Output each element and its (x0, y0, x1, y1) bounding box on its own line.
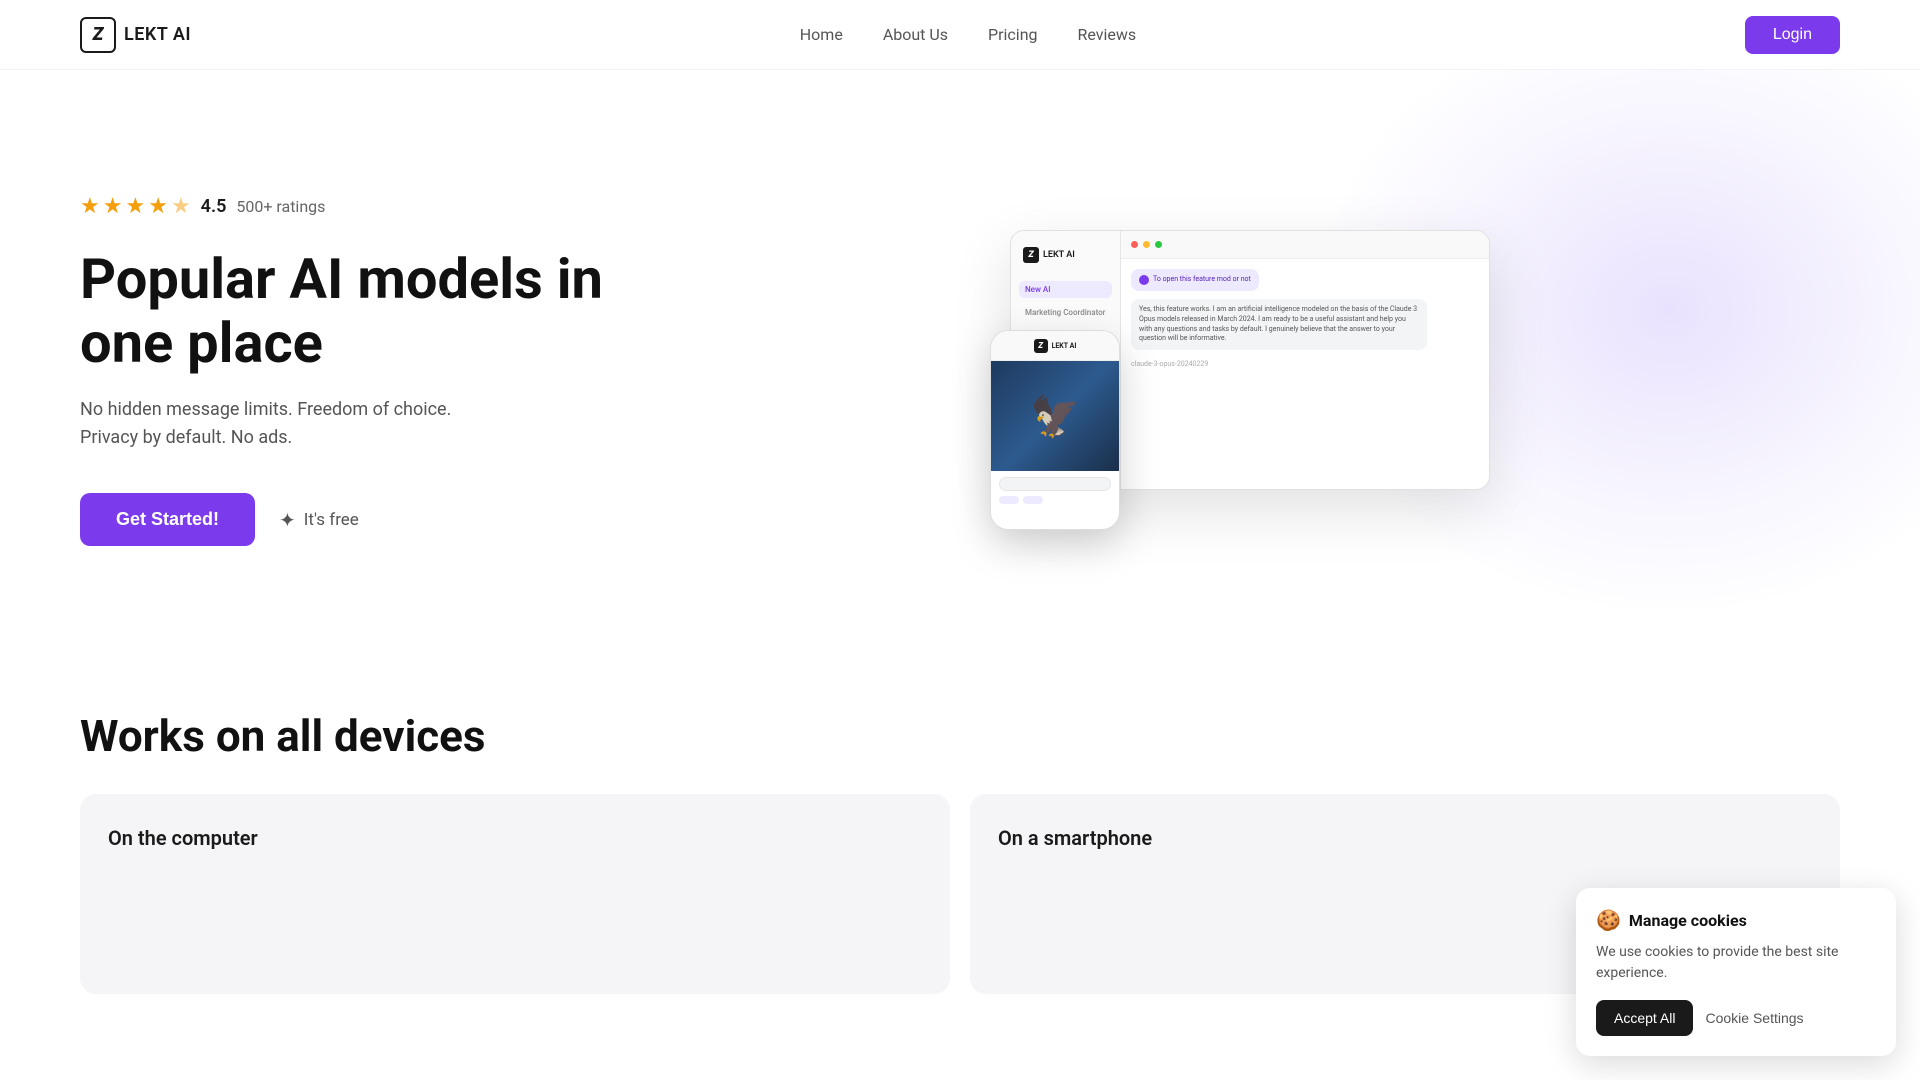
mobile-screenshot: Z LEKT AI 🦅 (990, 330, 1120, 530)
nav-links: Home About Us Pricing Reviews (800, 25, 1136, 44)
app-logo-box: Z (1023, 247, 1039, 263)
cookie-text: We use cookies to provide the best site … (1596, 942, 1876, 984)
navbar: Z LEKT AI Home About Us Pricing Reviews … (0, 0, 1920, 70)
mobile-action-dot-2 (1023, 496, 1043, 504)
sidebar-marketing: Marketing Coordinator (1019, 304, 1112, 321)
bird-image: 🦅 (1030, 393, 1080, 440)
sidebar-new-ai: New AI (1019, 281, 1112, 298)
accept-all-button[interactable]: Accept All (1596, 1000, 1693, 1036)
hero-title: Popular AI models in one place (80, 247, 660, 376)
mobile-image-area: 🦅 (991, 361, 1119, 471)
logo[interactable]: Z LEKT AI (80, 17, 191, 53)
dot-red (1131, 241, 1138, 248)
dot-green (1155, 241, 1162, 248)
nav-about[interactable]: About Us (883, 25, 948, 44)
cookie-actions: Accept All Cookie Settings (1596, 1000, 1876, 1036)
dot-yellow (1143, 241, 1150, 248)
star-1: ★ (80, 194, 100, 219)
hero-subtitle: No hidden message limits. Freedom of cho… (80, 396, 500, 454)
logo-icon: Z (80, 17, 116, 53)
mobile-action-bar (999, 496, 1111, 504)
star-4: ★ (148, 194, 168, 219)
nav-pricing[interactable]: Pricing (988, 25, 1038, 44)
star-rating: ★ ★ ★ ★ ★ (80, 194, 191, 219)
get-started-button[interactable]: Get Started! (80, 493, 255, 546)
nav-home[interactable]: Home (800, 25, 843, 44)
rating-count: 500+ ratings (236, 197, 325, 216)
user-bubble: To open this feature mod or not (1131, 269, 1259, 291)
rating-score: 4.5 (201, 196, 227, 217)
hero-actions: Get Started! ✦ It's free (80, 493, 660, 546)
star-2: ★ (103, 194, 123, 219)
login-button[interactable]: Login (1745, 16, 1840, 54)
free-label: ✦ It's free (279, 508, 359, 532)
rating-row: ★ ★ ★ ★ ★ 4.5 500+ ratings (80, 194, 660, 219)
magic-wand-icon: ✦ (279, 508, 296, 532)
cookie-banner: 🍪 Manage cookies We use cookies to provi… (1576, 888, 1896, 1056)
devices-title: Works on all devices (80, 710, 1840, 762)
ai-model-label: claude-3-opus-20240229 (1131, 360, 1479, 368)
cookie-settings-button[interactable]: Cookie Settings (1705, 1010, 1803, 1026)
star-half: ★ (171, 194, 191, 219)
app-main-area: To open this feature mod or not Yes, thi… (1121, 231, 1489, 489)
hero-image: Z LEKT AI New AI Marketing Coordinator T… (660, 230, 1840, 510)
mobile-header: Z LEKT AI (991, 331, 1119, 361)
cookie-icon: 🍪 (1596, 908, 1621, 932)
smartphone-label: On a smartphone (998, 826, 1152, 850)
app-logo-mini: Z LEKT AI (1019, 243, 1112, 267)
app-chat: To open this feature mod or not Yes, thi… (1121, 259, 1489, 489)
mobile-logo-box: Z (1034, 339, 1048, 353)
nav-reviews[interactable]: Reviews (1078, 25, 1137, 44)
mobile-input-bar (999, 477, 1111, 491)
mobile-action-dot-1 (999, 496, 1019, 504)
app-topbar (1121, 231, 1489, 259)
ai-bubble: Yes, this feature works. I am an artific… (1131, 299, 1427, 350)
computer-label: On the computer (108, 826, 258, 850)
logo-text: LEKT AI (124, 24, 191, 45)
mobile-bottom (991, 471, 1119, 510)
mobile-logo-text: LEKT AI (1052, 342, 1077, 350)
free-text: It's free (304, 510, 359, 530)
hero-content: ★ ★ ★ ★ ★ 4.5 500+ ratings Popular AI mo… (80, 194, 660, 546)
star-3: ★ (125, 194, 145, 219)
computer-card: On the computer (80, 794, 950, 994)
cookie-header: 🍪 Manage cookies (1596, 908, 1876, 932)
hero-section: ★ ★ ★ ★ ★ 4.5 500+ ratings Popular AI mo… (0, 70, 1920, 650)
cookie-title: Manage cookies (1629, 911, 1747, 930)
